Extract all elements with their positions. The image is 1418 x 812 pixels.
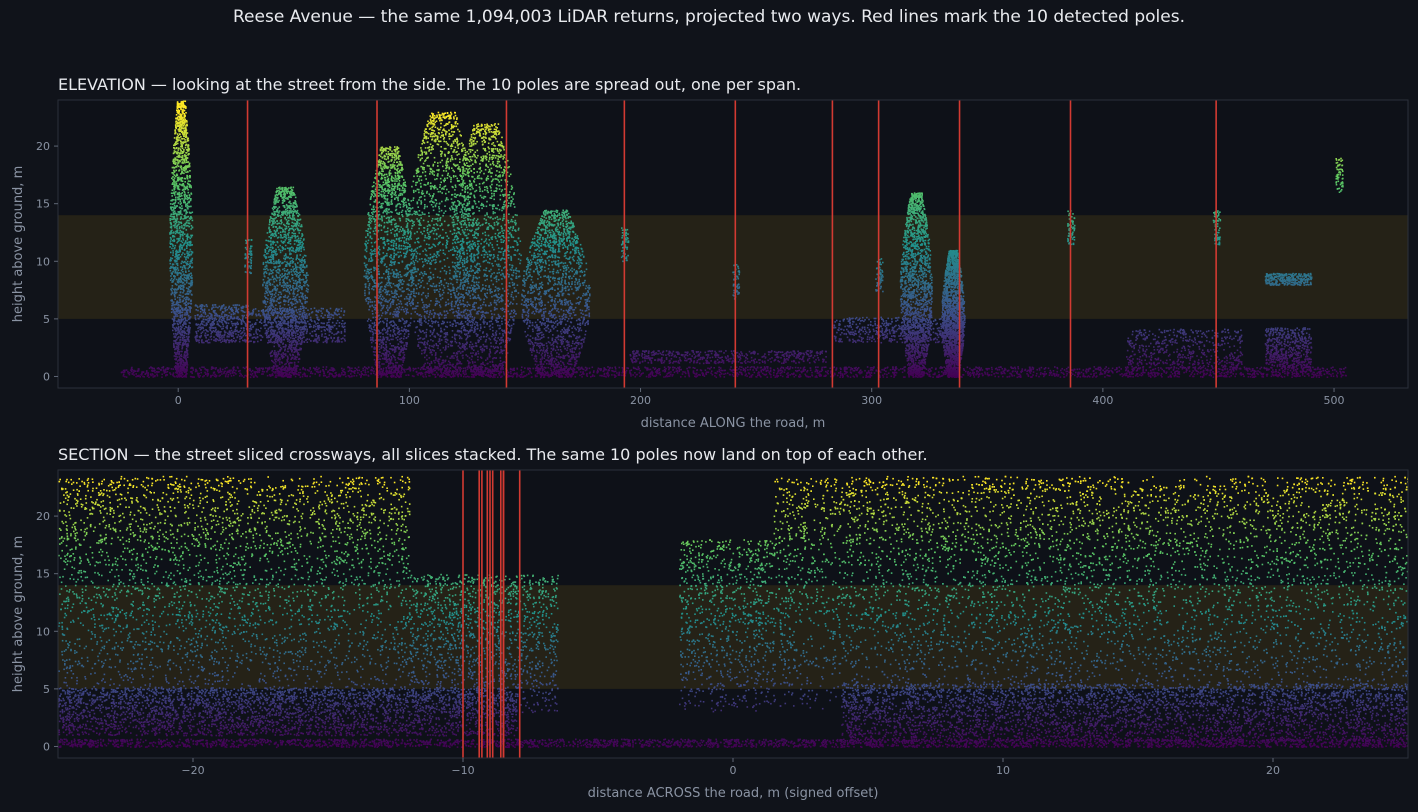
p2-x-axis-label: distance ACROSS the road, m (signed offs… [588,786,879,801]
p1-xtick-label-4: 400 [1092,394,1113,407]
p2-xtick-label-2: 0 [730,764,737,777]
p1-xtick-label-0: 0 [175,394,182,407]
p2-xtick-label-3: 10 [996,764,1010,777]
p1-pole-height-band [58,215,1408,319]
lidar-figure: 0 100 200 300 400 50005101520distance ALONG t… [11,99,1409,801]
p1-xtick-label-3: 300 [861,394,882,407]
p2-ytick-label-3: 15 [36,568,50,581]
p2-ytick-label-4: 20 [36,510,50,523]
p2-xtick-label-1: −10 [451,764,474,777]
p1-xtick-label-2: 200 [630,394,651,407]
p1-ytick-label-2: 10 [36,255,50,268]
p2-ytick-label-1: 5 [43,683,50,696]
section-panel: −20 −10 0 10 20 0 5 10 15 20 distance ACROSS the r… [11,469,1409,801]
p1-xtick-label-5: 500 [1324,394,1345,407]
p1-x-axis-label: distance ALONG the road, m [641,416,826,431]
p2-ytick-label-0: 0 [43,740,50,753]
p1-ytick-label-3: 15 [36,198,50,211]
p2-xtick-label-4: 20 [1266,764,1280,777]
p1-y-axis-label: height above ground, m [11,166,26,323]
p2-ytick-label-2: 10 [36,625,50,638]
p1-ytick-label-0: 0 [43,370,50,383]
p1-ytick-label-1: 5 [43,313,50,326]
p2-xtick-label-0: −20 [181,764,204,777]
p1-xtick-label-1: 100 [399,394,420,407]
elevation-panel: 0 100 200 300 400 500 0 5 10 15 20 distance ALONG t… [11,99,1409,431]
p2-y-axis-label: height above ground, m [11,536,26,693]
p1-ytick-label-4: 20 [36,140,50,153]
